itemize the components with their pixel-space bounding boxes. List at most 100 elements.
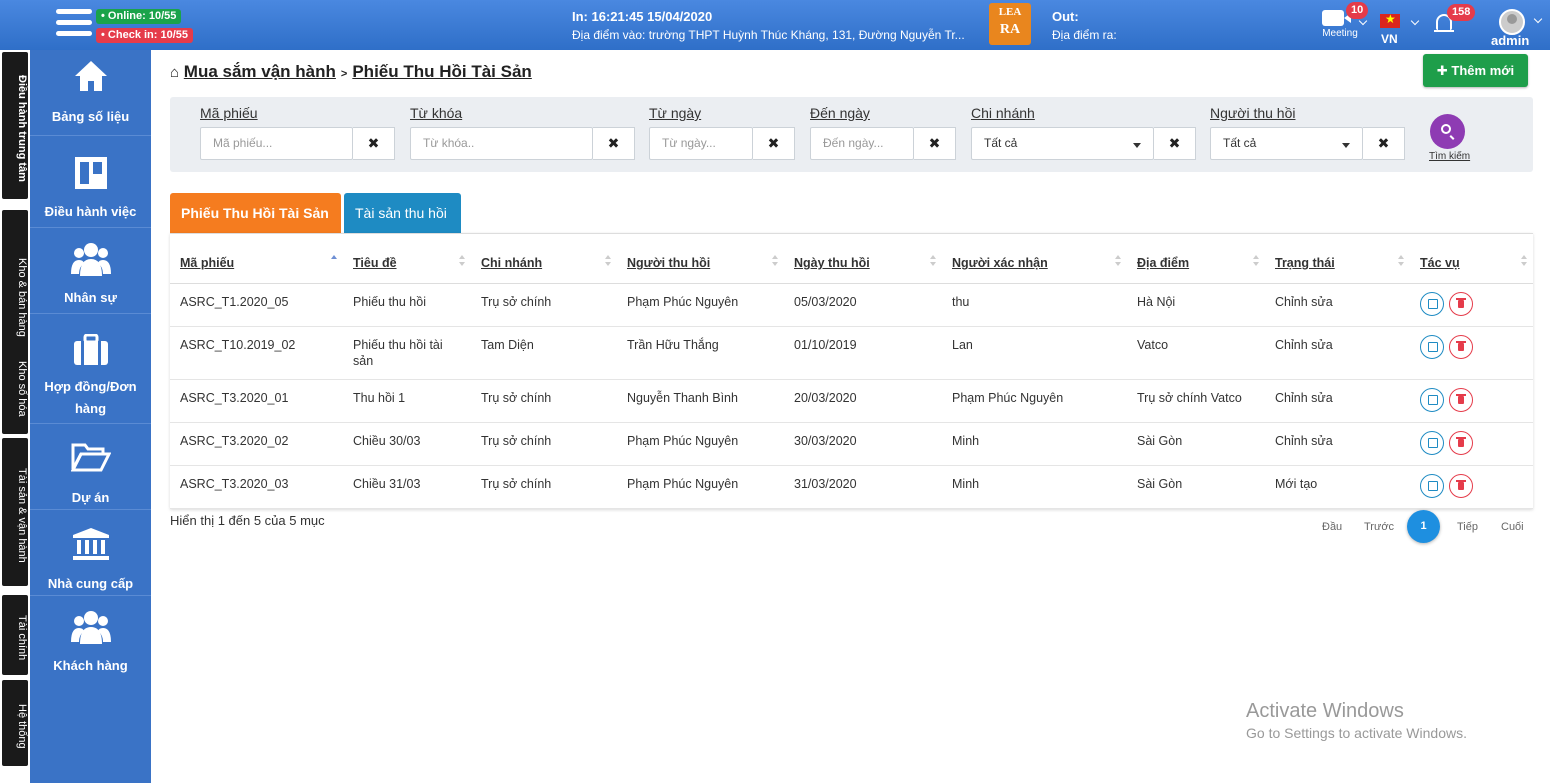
avatar[interactable] [1499, 9, 1525, 35]
table-cell: ASRC_T10.2019_02 [170, 326, 343, 380]
chevron-down-icon[interactable] [1358, 16, 1368, 26]
pagination-current[interactable]: 1 [1407, 510, 1440, 543]
sort-icon [1253, 255, 1259, 269]
sidebar-item-khach-hang[interactable]: Khách hàng [30, 596, 151, 682]
clear-tu-ngay-button[interactable]: ✖ [753, 127, 795, 160]
delete-icon[interactable] [1449, 291, 1473, 316]
sort-icon [605, 255, 611, 269]
search-label[interactable]: Tìm kiếm [1429, 151, 1470, 162]
table-cell: ASRC_T3.2020_01 [170, 379, 343, 423]
column-header[interactable]: Trạng thái [1265, 234, 1410, 284]
sort-icon [1521, 255, 1527, 269]
vietnam-flag-icon[interactable] [1380, 12, 1400, 28]
online-text: Online: 10/55 [107, 10, 177, 22]
clear-chi-nhanh-button[interactable]: ✖ [1154, 127, 1196, 160]
actions-cell [1410, 326, 1533, 380]
search-icon [1441, 124, 1451, 134]
tu-ngay-input[interactable]: Từ ngày... [649, 127, 753, 160]
table-cell: Chỉnh sửa [1265, 283, 1410, 327]
delete-icon[interactable] [1449, 430, 1473, 455]
column-header[interactable]: Người xác nhận [942, 234, 1127, 284]
sidebar-item-hop-dong[interactable]: Hợp đồng/Đơn hàng [30, 314, 151, 424]
edit-icon[interactable] [1420, 387, 1444, 412]
filter-label-den-ngay: Đến ngày [810, 105, 870, 121]
sidebar-item-du-an[interactable]: Dự án [30, 424, 151, 510]
edit-icon[interactable] [1420, 291, 1444, 316]
chi-nhanh-select[interactable]: Tất cả [971, 127, 1154, 160]
app-logo[interactable]: LEA RA [989, 3, 1031, 45]
search-button[interactable] [1430, 114, 1465, 149]
clear-den-ngay-button[interactable]: ✖ [914, 127, 956, 160]
column-header[interactable]: Địa điểm [1127, 234, 1265, 284]
tu-khoa-input[interactable]: Từ khóa.. [410, 127, 593, 160]
tab-phieu-thu-hoi[interactable]: Phiếu Thu Hồi Tài Sản [170, 193, 341, 234]
column-header[interactable]: Chi nhánh [471, 234, 617, 284]
column-header[interactable]: Tiêu đề [343, 234, 471, 284]
vtab-dieu-hanh[interactable]: Điều hành trung tâm [2, 52, 28, 199]
table-cell: 20/03/2020 [784, 379, 942, 423]
column-header-label: Chi nhánh [481, 256, 543, 271]
table-cell: Lan [942, 326, 1127, 380]
vtab-label: Tài chính [16, 615, 28, 661]
menu-icon[interactable] [56, 9, 92, 41]
edit-icon[interactable] [1420, 430, 1444, 455]
sidebar-item-bang-so-lieu[interactable]: Bảng số liệu [30, 50, 151, 136]
breadcrumb-parent[interactable]: Mua sắm vận hành [184, 62, 336, 81]
column-header[interactable]: Tác vụ [1410, 234, 1533, 284]
chi-nhanh-value: Tất cả [984, 136, 1018, 150]
vtab-label: Kho & bán hàng [16, 257, 28, 337]
pagination-last[interactable]: Cuối [1501, 521, 1524, 533]
table-cell: Thu hồi 1 [343, 379, 471, 423]
home-icon[interactable]: ⌂ [170, 64, 179, 81]
column-header[interactable]: Ngày thu hồi [784, 234, 942, 284]
column-header[interactable]: Mã phiếu [170, 234, 343, 284]
clear-tu-khoa-button[interactable]: ✖ [593, 127, 635, 160]
delete-icon[interactable] [1449, 473, 1473, 498]
chevron-down-icon[interactable] [1533, 14, 1543, 24]
users-icon [70, 243, 111, 276]
table-cell: Sài Gòn [1127, 422, 1265, 466]
vtab-label: Hệ thống [16, 703, 28, 749]
delete-icon[interactable] [1449, 387, 1473, 412]
column-header-label: Mã phiếu [180, 256, 235, 271]
table-row[interactable]: ASRC_T10.2019_02 Phiếu thu hồi tài sản Tam… [170, 326, 1533, 380]
edit-icon[interactable] [1420, 473, 1444, 498]
user-name[interactable]: admin [1491, 33, 1529, 48]
pagination-prev[interactable]: Trước [1364, 521, 1394, 533]
table-row[interactable]: ASRC_T3.2020_01 Thu hồi 1 Trụ sở chính Nguy… [170, 379, 1533, 423]
vtab-tai-san[interactable]: Tài sản & vận hành [2, 438, 28, 586]
column-header[interactable]: Người thu hồi [617, 234, 784, 284]
edit-icon[interactable] [1420, 334, 1444, 359]
sidebar-item-label: Nhân sự [64, 290, 117, 305]
breadcrumb-separator: > [340, 68, 348, 80]
clear-nguoi-thu-hoi-button[interactable]: ✖ [1363, 127, 1405, 160]
sidebar-item-nhan-su[interactable]: Nhân sự [30, 228, 151, 314]
table-cell: Minh [942, 422, 1127, 466]
delete-icon[interactable] [1449, 334, 1473, 359]
filter-label-tu-khoa: Từ khóa [410, 105, 463, 121]
pagination-first[interactable]: Đầu [1322, 521, 1342, 533]
den-ngay-input[interactable]: Đến ngày... [810, 127, 914, 160]
table-row[interactable]: ASRC_T3.2020_03 Chiều 31/03 Trụ sở chính Ph… [170, 465, 1533, 509]
chevron-down-icon[interactable] [1410, 16, 1420, 26]
table-row[interactable]: ASRC_T3.2020_02 Chiều 30/03 Trụ sở chính Ph… [170, 422, 1533, 466]
ma-phieu-input[interactable]: Mã phiếu... [200, 127, 353, 160]
vtab-he-thong[interactable]: Hệ thống [2, 680, 28, 766]
sidebar-item-nha-cung-cap[interactable]: Nhà cung cấp [30, 510, 151, 596]
pagination-next[interactable]: Tiếp [1457, 521, 1478, 533]
dropdown-arrow-icon [1133, 143, 1141, 148]
sidebar-item-dieu-hanh[interactable]: Điều hành việc [30, 136, 151, 228]
nguoi-thu-hoi-select[interactable]: Tất cả [1210, 127, 1363, 160]
sidebar-item-label: Hợp đồng/Đơn hàng [44, 379, 137, 416]
add-button[interactable]: ✚ Thêm mới [1423, 54, 1528, 87]
table-cell: Trụ sở chính Vatco [1127, 379, 1265, 423]
tab-tai-san-thu-hoi[interactable]: Tài sản thu hồi [344, 193, 461, 234]
vtab-kho-so-hoa[interactable]: Kho số hóa [2, 338, 28, 434]
breadcrumb-current[interactable]: Phiếu Thu Hồi Tài Sản [352, 62, 531, 81]
briefcase-icon [73, 334, 108, 365]
language-label[interactable]: VN [1381, 32, 1398, 46]
clear-ma-phieu-button[interactable]: ✖ [353, 127, 395, 160]
table-row[interactable]: ASRC_T1.2020_05 Phiếu thu hồi Trụ sở chính… [170, 283, 1533, 327]
table-cell: 31/03/2020 [784, 465, 942, 509]
vtab-tai-chinh[interactable]: Tài chính [2, 595, 28, 675]
